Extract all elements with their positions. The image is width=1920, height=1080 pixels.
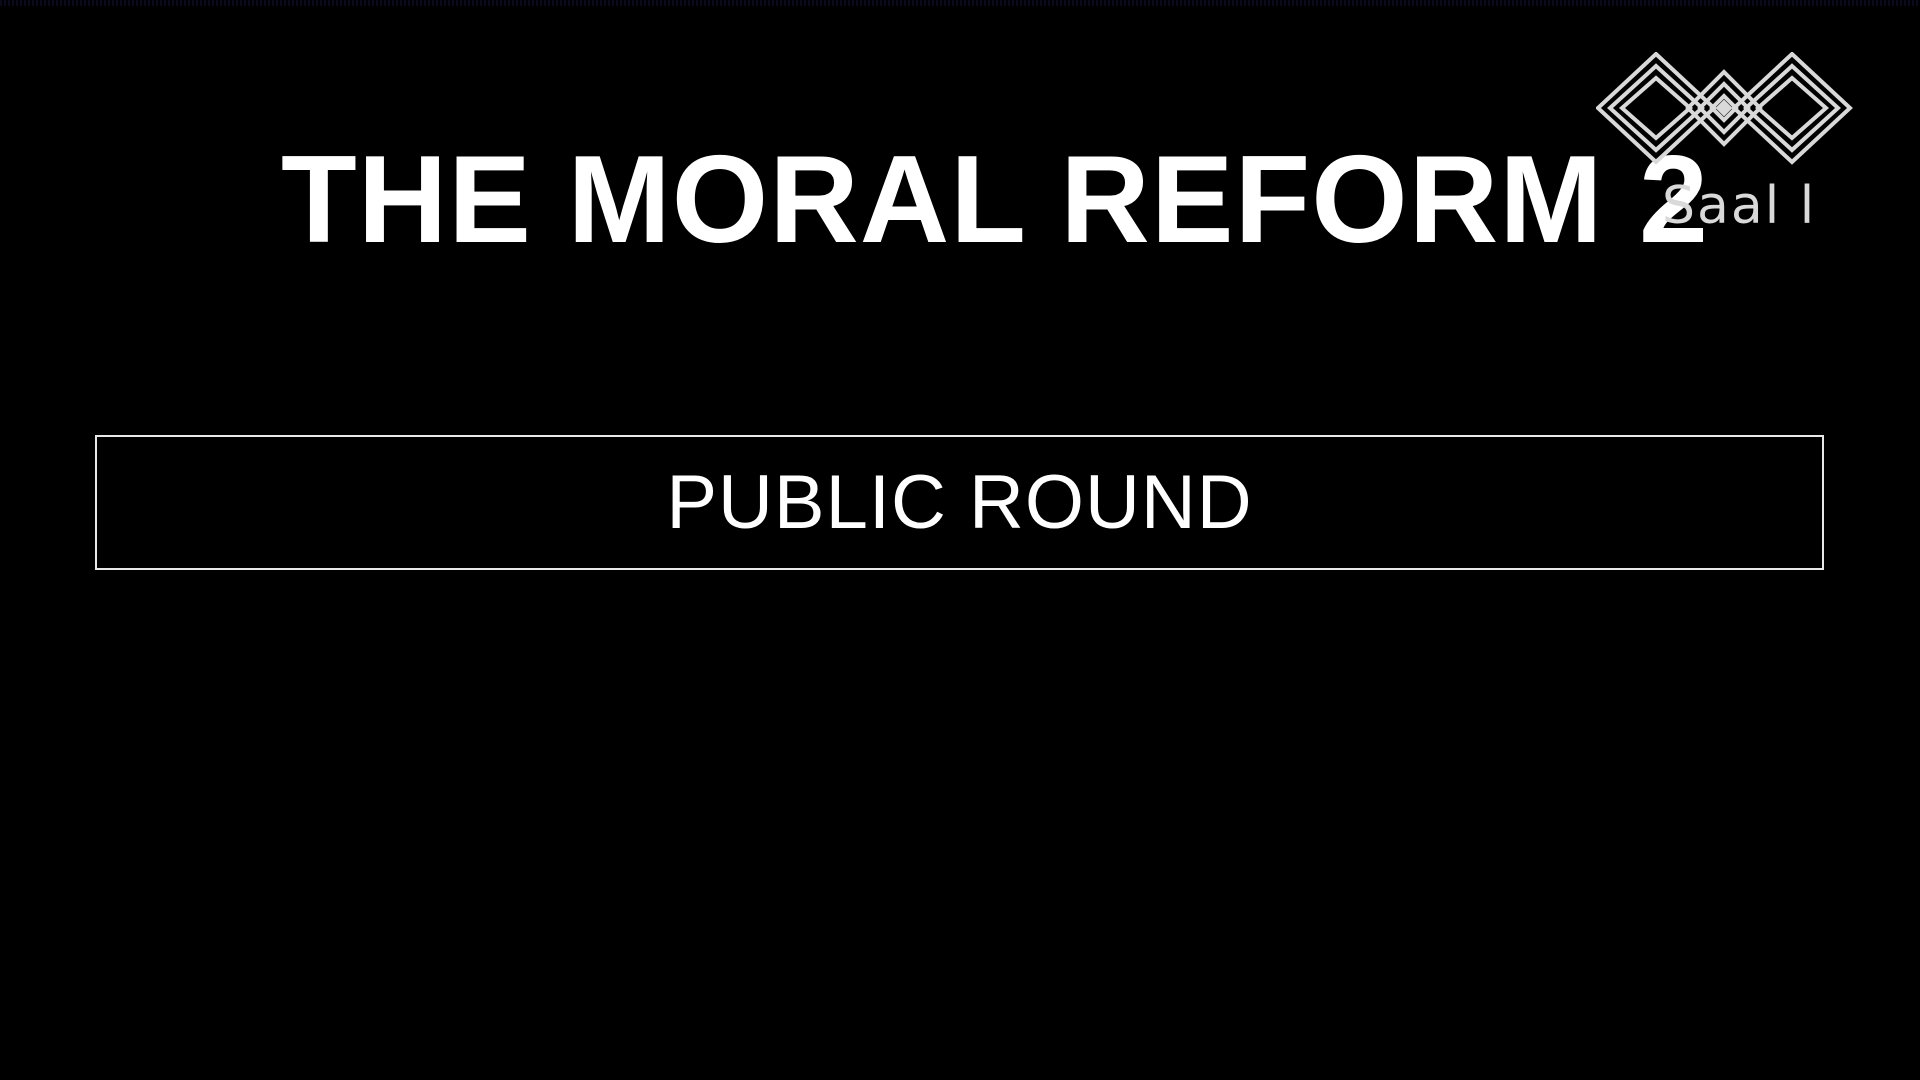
watermark-text: Saal l <box>1662 176 1817 236</box>
round-label: PUBLIC ROUND <box>666 460 1253 545</box>
top-edge-strip <box>0 0 1920 6</box>
round-banner: PUBLIC ROUND <box>95 435 1824 570</box>
channel-watermark: Saal l <box>1596 52 1854 238</box>
channel-logo-icon <box>1596 52 1853 165</box>
quiz-slide: THE MORAL REFORM 2 PUBLIC ROUND Saal l <box>0 0 1920 1080</box>
